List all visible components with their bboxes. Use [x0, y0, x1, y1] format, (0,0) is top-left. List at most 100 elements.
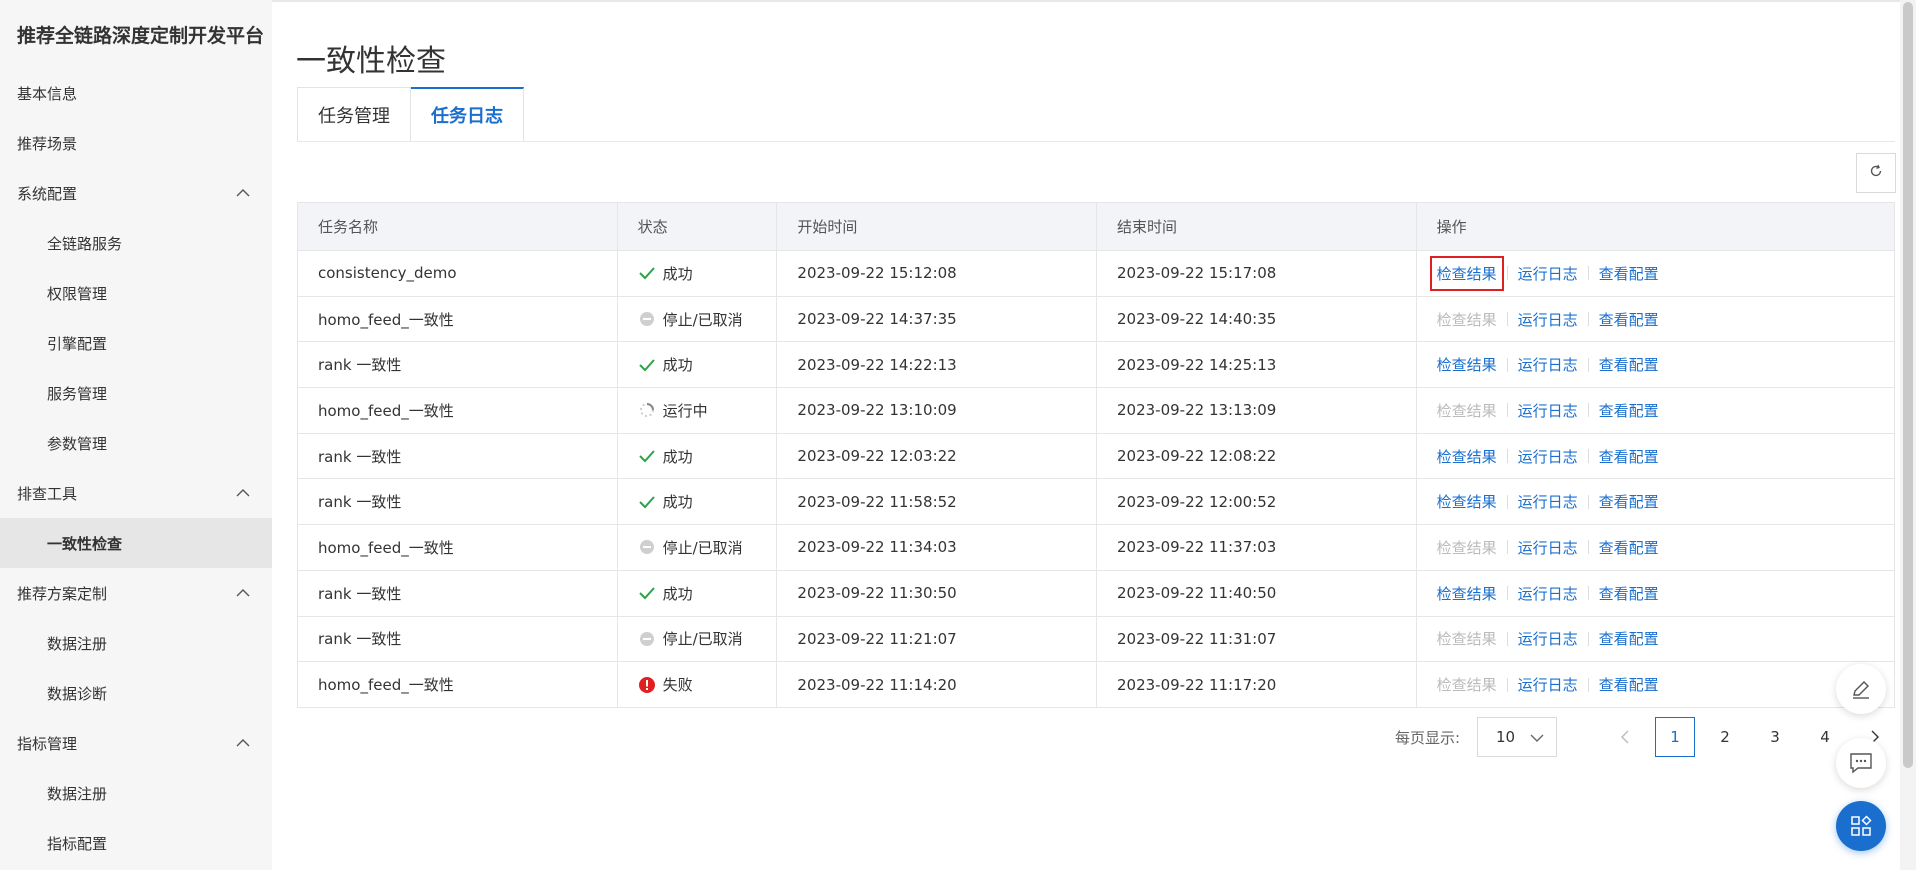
status-badge: 失败 — [638, 674, 693, 695]
sidebar-item-permissions[interactable]: 权限管理 — [0, 268, 272, 318]
check-icon — [638, 264, 656, 282]
actions-cell: 检查结果 运行日志 查看配置 — [1417, 662, 1894, 707]
sidebar-item-parameter-management[interactable]: 参数管理 — [0, 418, 272, 468]
sidebar-group-metrics[interactable]: 指标管理 — [0, 718, 272, 768]
pencil-icon — [1853, 681, 1869, 699]
status-badge: 成功 — [638, 354, 693, 375]
run-log-link[interactable]: 运行日志 — [1518, 537, 1578, 558]
end-time-cell: 2023-09-22 12:00:52 — [1097, 479, 1417, 525]
run-log-link[interactable]: 运行日志 — [1518, 491, 1578, 512]
stop-circle-icon — [638, 630, 656, 648]
sidebar-item-consistency-check[interactable]: 一致性检查 — [0, 518, 272, 568]
check-icon — [638, 447, 656, 465]
sidebar-item-full-link-service[interactable]: 全链路服务 — [0, 218, 272, 268]
divider — [1506, 677, 1508, 692]
tab-task-management[interactable]: 任务管理 — [297, 87, 411, 142]
sidebar-item-data-registration[interactable]: 数据注册 — [0, 618, 272, 668]
status-text: 成功 — [662, 264, 693, 283]
run-log-link[interactable]: 运行日志 — [1518, 583, 1578, 604]
view-config-link[interactable]: 查看配置 — [1599, 491, 1659, 512]
sidebar-group-system-config[interactable]: 系统配置 — [0, 168, 272, 218]
page-button-2[interactable]: 2 — [1705, 717, 1745, 757]
chevron-left-icon — [1621, 730, 1629, 744]
view-config-link[interactable]: 查看配置 — [1599, 400, 1659, 421]
tab-divider — [297, 141, 1895, 142]
status-cell: 失败 — [618, 662, 778, 707]
actions-cell: 检查结果 运行日志 查看配置 — [1417, 479, 1894, 524]
chevron-up-icon — [234, 734, 252, 752]
status-text: 成功 — [662, 584, 693, 603]
table-row: rank 一致性 成功 2023-09-22 12:03:22 2023-09-22 … — [298, 433, 1894, 480]
sidebar-item-label: 推荐方案定制 — [17, 584, 108, 603]
task-name-cell: rank 一致性 — [298, 342, 618, 388]
sidebar-item-label: 指标管理 — [17, 734, 78, 753]
run-log-link[interactable]: 运行日志 — [1518, 309, 1578, 330]
sidebar-item-label: 全链路服务 — [47, 234, 123, 253]
sidebar-item-basic-info[interactable]: 基本信息 — [0, 68, 272, 118]
run-log-link[interactable]: 运行日志 — [1518, 263, 1578, 284]
page-button-3[interactable]: 3 — [1755, 717, 1795, 757]
page-size-select[interactable]: 10 — [1477, 717, 1557, 757]
check-result-link: 检查结果 — [1436, 538, 1497, 557]
divider — [1506, 586, 1508, 601]
apps-fab[interactable] — [1836, 801, 1886, 851]
check-result-link[interactable]: 检查结果 — [1437, 354, 1497, 375]
sidebar-item-engine-config[interactable]: 引擎配置 — [0, 318, 272, 368]
task-log-table: 任务名称 状态 开始时间 结束时间 操作 consistency_demo 成功 2… — [297, 202, 1895, 708]
run-log-link[interactable]: 运行日志 — [1518, 628, 1578, 649]
run-log-link[interactable]: 运行日志 — [1518, 354, 1578, 375]
check-result-link[interactable]: 检查结果 — [1429, 255, 1504, 291]
sidebar: 推荐全链路深度定制开发平台 基本信息 推荐场景 系统配置 全链路服务 权限管理 … — [0, 0, 272, 870]
table-row: rank 一致性 成功 2023-09-22 14:22:13 2023-09-22 … — [298, 342, 1894, 389]
divider — [1587, 494, 1589, 509]
start-time-cell: 2023-09-22 12:03:22 — [777, 433, 1097, 479]
run-log-link[interactable]: 运行日志 — [1518, 674, 1578, 695]
view-config-link[interactable]: 查看配置 — [1599, 309, 1659, 330]
edit-fab[interactable] — [1836, 664, 1886, 714]
task-name-cell: homo_feed_一致性 — [298, 388, 618, 433]
actions-cell: 检查结果 运行日志 查看配置 — [1417, 617, 1894, 662]
status-badge: 停止/已取消 — [638, 537, 743, 558]
sidebar-item-service-management[interactable]: 服务管理 — [0, 368, 272, 418]
view-config-link[interactable]: 查看配置 — [1599, 354, 1659, 375]
page-title: 一致性检查 — [296, 44, 446, 79]
view-config-link[interactable]: 查看配置 — [1599, 537, 1659, 558]
check-result-link[interactable]: 检查结果 — [1437, 583, 1497, 604]
view-config-link[interactable]: 查看配置 — [1599, 446, 1659, 467]
table-row: homo_feed_一致性 运行中 2023-09-22 13:10:09 2023-… — [298, 388, 1894, 434]
status-cell: 成功 — [618, 342, 778, 388]
view-config-link[interactable]: 查看配置 — [1599, 628, 1659, 649]
chevron-up-icon — [234, 584, 252, 602]
start-time-cell: 2023-09-22 15:12:08 — [777, 251, 1097, 296]
view-config-link[interactable]: 查看配置 — [1599, 263, 1659, 284]
end-time-cell: 2023-09-22 14:40:35 — [1097, 296, 1417, 342]
scrollbar-thumb[interactable] — [1903, 2, 1913, 768]
divider — [1506, 449, 1508, 464]
chevron-down-icon — [1530, 728, 1544, 746]
refresh-button[interactable] — [1856, 153, 1896, 193]
task-name-cell: rank 一致性 — [298, 570, 618, 616]
end-time-cell: 2023-09-22 15:17:08 — [1097, 251, 1417, 296]
brand-title: 推荐全链路深度定制开发平台 — [17, 24, 265, 47]
divider — [1587, 586, 1589, 601]
check-result-link[interactable]: 检查结果 — [1437, 446, 1497, 467]
page-button-1[interactable]: 1 — [1655, 717, 1695, 757]
status-badge: 成功 — [638, 446, 693, 467]
sidebar-item-metric-data-registration[interactable]: 数据注册 — [0, 768, 272, 818]
run-log-link[interactable]: 运行日志 — [1518, 400, 1578, 421]
sidebar-item-metric-config[interactable]: 指标配置 — [0, 818, 272, 868]
feedback-fab[interactable] — [1836, 738, 1886, 788]
sidebar-item-data-diagnosis[interactable]: 数据诊断 — [0, 668, 272, 718]
sidebar-group-troubleshooting[interactable]: 排查工具 — [0, 468, 272, 518]
sidebar-item-scenes[interactable]: 推荐场景 — [0, 118, 272, 168]
table-row: homo_feed_一致性 失败 2023-09-22 11:14:20 2023-0… — [298, 662, 1894, 708]
sidebar-group-recommend-plan[interactable]: 推荐方案定制 — [0, 568, 272, 618]
tab-task-log[interactable]: 任务日志 — [411, 87, 524, 142]
view-config-link[interactable]: 查看配置 — [1599, 583, 1659, 604]
prev-page-button[interactable] — [1605, 717, 1645, 757]
check-result-link[interactable]: 检查结果 — [1437, 491, 1497, 512]
actions-cell: 检查结果 运行日志 查看配置 — [1417, 525, 1894, 570]
table-row: homo_feed_一致性 停止/已取消 2023-09-22 14:37:35 20… — [298, 296, 1894, 343]
run-log-link[interactable]: 运行日志 — [1518, 446, 1578, 467]
view-config-link[interactable]: 查看配置 — [1599, 674, 1659, 695]
